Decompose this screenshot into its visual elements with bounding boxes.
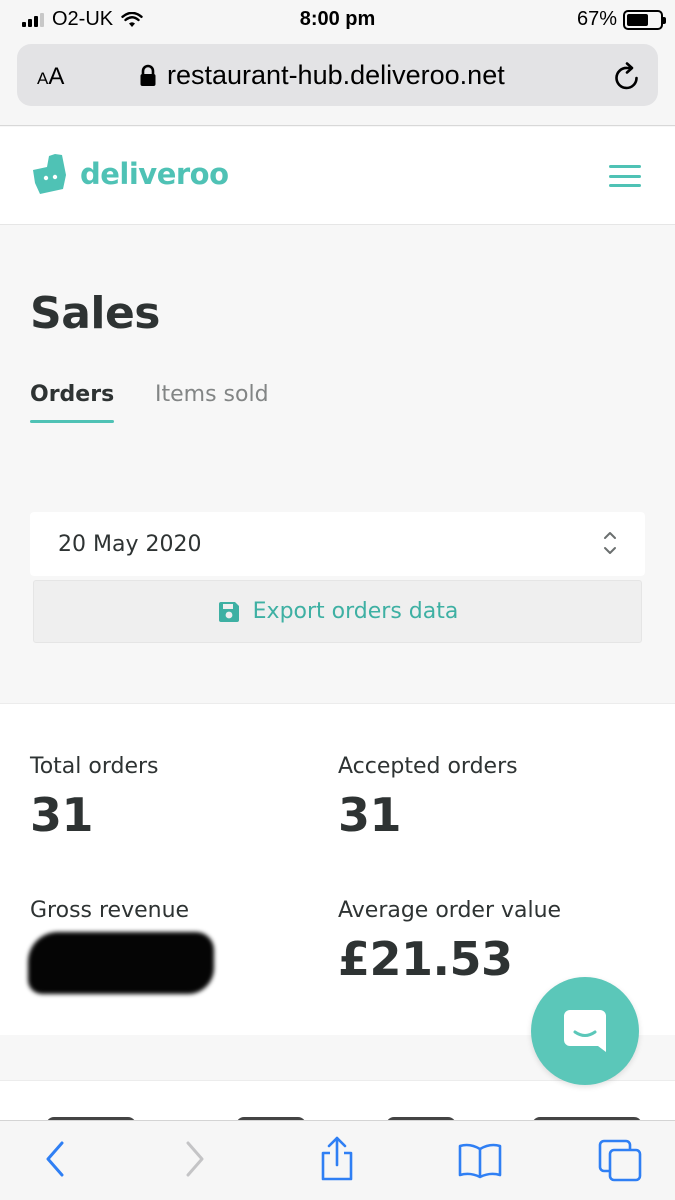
signal-strength-icon (22, 12, 44, 27)
reload-icon[interactable] (612, 60, 642, 92)
accepted-orders-label: Accepted orders (338, 754, 518, 779)
address-bar[interactable]: AA restaurant-hub.deliveroo.net (17, 44, 658, 106)
date-select-value: 20 May 2020 (58, 532, 202, 557)
menu-icon[interactable] (609, 165, 641, 187)
accepted-orders-value: 31 (338, 788, 402, 842)
site-header: deliveroo (0, 127, 675, 225)
status-right: 67% (576, 8, 666, 31)
url-text: restaurant-hub.deliveroo.net (167, 60, 505, 90)
chat-icon (564, 1010, 606, 1052)
average-order-value-label: Average order value (338, 898, 562, 923)
bookmarks-icon[interactable] (457, 1141, 503, 1179)
tabs-icon[interactable] (598, 1139, 644, 1183)
redacted-gross-revenue (28, 932, 214, 994)
gross-revenue-label: Gross revenue (30, 898, 190, 923)
forward-icon[interactable] (182, 1139, 208, 1179)
wifi-icon (121, 11, 143, 27)
save-icon (218, 601, 239, 622)
battery-icon (623, 9, 666, 30)
status-bar: O2-UK 8:00 pm 67% (0, 0, 675, 38)
tab-items-sold[interactable]: Items sold (155, 382, 269, 407)
logo-text: deliveroo (80, 157, 229, 191)
browser-address-area: AA restaurant-hub.deliveroo.net (0, 38, 675, 126)
page-title: Sales (30, 288, 161, 339)
sales-section: Sales Orders Items sold 20 May 2020 Expo… (0, 226, 675, 702)
export-label: Export orders data (252, 599, 459, 624)
chevron-up-down-icon (604, 532, 616, 554)
chat-launcher-button[interactable] (531, 977, 639, 1085)
battery-fill (627, 13, 649, 26)
kangaroo-logo-icon (33, 154, 66, 194)
date-select[interactable]: 20 May 2020 (30, 512, 645, 576)
total-orders-value: 31 (30, 788, 94, 842)
browser-toolbar (0, 1120, 675, 1200)
battery-percent: 67% (576, 8, 617, 30)
average-order-value: £21.53 (338, 932, 513, 986)
url-display[interactable]: restaurant-hub.deliveroo.net (139, 60, 505, 91)
share-icon[interactable] (318, 1135, 356, 1183)
back-icon[interactable] (42, 1139, 68, 1179)
total-orders-label: Total orders (30, 754, 159, 779)
deliveroo-logo[interactable]: deliveroo (30, 153, 229, 195)
lock-icon (140, 64, 156, 86)
tab-orders[interactable]: Orders (30, 382, 115, 423)
reader-text-size-button[interactable]: AA (37, 63, 64, 91)
export-orders-button[interactable]: Export orders data (33, 580, 642, 643)
status-left: O2-UK (22, 8, 143, 31)
carrier-name: O2-UK (52, 8, 114, 30)
